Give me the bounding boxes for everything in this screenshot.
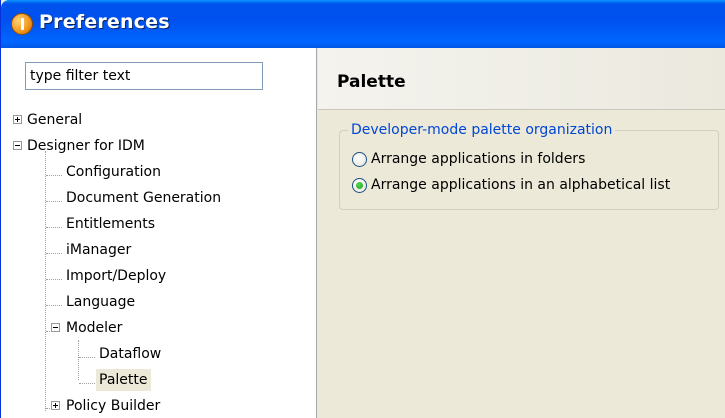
tree-item-label: Dataflow: [99, 346, 162, 362]
radio-label: Arrange applications in an alphabetical …: [371, 177, 671, 193]
tree-item-label: Modeler: [66, 320, 123, 336]
group-legend: Developer-mode palette organization: [348, 121, 616, 139]
tree-item-modeler[interactable]: Modeler: [1, 317, 317, 339]
collapse-icon[interactable]: [13, 141, 22, 150]
palette-organization-group: Developer-mode palette organization Arra…: [339, 121, 719, 210]
tree-item-label: General: [27, 112, 83, 128]
tree-item-label: Designer for IDM: [27, 138, 145, 154]
radio-button[interactable]: [352, 177, 367, 193]
tree-item-label: Language: [66, 294, 136, 310]
tree-item-label: iManager: [66, 242, 132, 258]
page-title: Palette: [337, 72, 406, 92]
window-title: Preferences: [39, 11, 170, 33]
collapse-icon[interactable]: [51, 323, 60, 332]
expand-icon[interactable]: [51, 401, 60, 410]
tree-item-policy-builder[interactable]: Policy Builder: [1, 395, 317, 417]
tree-item-label: Entitlements: [66, 216, 155, 232]
radio-arrange-in-folders[interactable]: Arrange applications in folders: [352, 149, 585, 169]
tree-item-label: Document Generation: [66, 190, 222, 206]
tree-item-designer-for-idm[interactable]: Designer for IDM: [1, 135, 317, 157]
preferences-window: Preferences General Designer for IDM Con…: [0, 0, 725, 418]
title-bar[interactable]: Preferences: [1, 0, 725, 48]
tree-item-label: Configuration: [66, 164, 161, 180]
tree-item-document-generation[interactable]: Document Generation: [1, 187, 317, 209]
tree-item-palette[interactable]: Palette: [1, 369, 317, 391]
tree-item-label: Import/Deploy: [66, 268, 167, 284]
tree-item-imanager[interactable]: iManager: [1, 239, 317, 261]
tree-item-entitlements[interactable]: Entitlements: [1, 213, 317, 235]
tree-item-import-deploy[interactable]: Import/Deploy: [1, 265, 317, 287]
page-header: Palette: [318, 48, 725, 110]
expand-icon[interactable]: [13, 115, 22, 124]
radio-arrange-alphabetical[interactable]: Arrange applications in an alphabetical …: [352, 175, 670, 195]
tree-item-label: Policy Builder: [66, 398, 161, 414]
radio-label: Arrange applications in folders: [371, 151, 586, 167]
preferences-icon: [11, 13, 33, 35]
radio-button[interactable]: [352, 151, 367, 167]
tree-item-general[interactable]: General: [1, 109, 317, 131]
tree-item-language[interactable]: Language: [1, 291, 317, 313]
filter-input[interactable]: [25, 62, 263, 90]
tree-item-label: Palette: [96, 369, 151, 391]
preferences-tree-pane: General Designer for IDM Configuration D…: [1, 48, 317, 418]
tree-item-configuration[interactable]: Configuration: [1, 161, 317, 183]
tree-item-dataflow[interactable]: Dataflow: [1, 343, 317, 365]
preference-page: Palette Developer-mode palette organizat…: [318, 48, 725, 418]
